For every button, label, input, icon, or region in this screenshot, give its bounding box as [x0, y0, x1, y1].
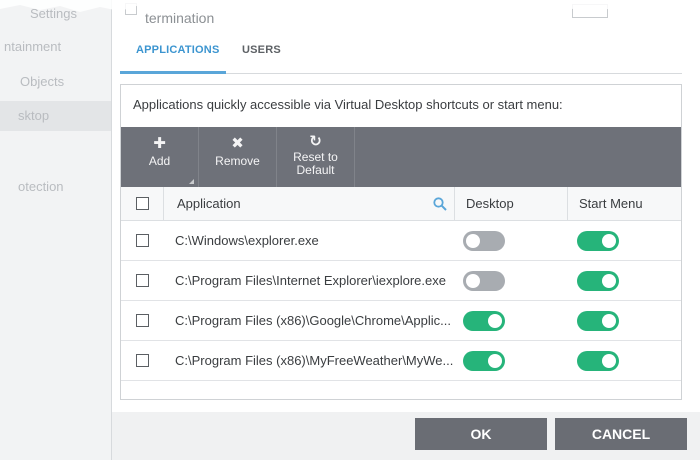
sidebar-item-label: ntainment	[4, 39, 62, 54]
start-menu-toggle[interactable]	[577, 351, 619, 371]
cancel-button[interactable]: CANCEL	[555, 418, 687, 450]
sidebar-item-label: otection	[18, 179, 64, 194]
column-separator	[454, 187, 455, 221]
start-menu-toggle[interactable]	[577, 231, 619, 251]
toggle-knob	[466, 274, 480, 288]
desktop-toggle[interactable]	[463, 271, 505, 291]
add-button-label: Add	[148, 154, 171, 168]
row-checkbox[interactable]	[136, 274, 149, 287]
add-button[interactable]: ✚ Add	[121, 127, 199, 187]
refresh-icon: ↻	[309, 133, 322, 150]
column-separator	[163, 187, 164, 221]
applications-panel: Applications quickly accessible via Virt…	[120, 84, 682, 400]
tab-label: APPLICATIONS	[136, 44, 220, 56]
start-menu-toggle[interactable]	[577, 271, 619, 291]
remove-button[interactable]: ✖ Remove	[199, 127, 277, 187]
toggle-knob	[488, 314, 502, 328]
toggle-knob	[602, 314, 616, 328]
tab-bar: APPLICATIONS USERS	[120, 36, 682, 74]
torn-edge-decoration	[0, 0, 700, 12]
toggle-knob	[488, 354, 502, 368]
table-row[interactable]: C:\Program Files (x86)\Google\Chrome\App…	[121, 301, 681, 341]
application-path: C:\Program Files\Internet Explorer\iexpl…	[175, 273, 446, 288]
search-icon[interactable]	[433, 197, 447, 211]
toggle-knob	[602, 274, 616, 288]
table-row[interactable]: C:\Program Files\Internet Explorer\iexpl…	[121, 261, 681, 301]
reset-label-line2: Default	[296, 163, 335, 177]
application-path: C:\Program Files (x86)\Google\Chrome\App…	[175, 313, 451, 328]
application-path: C:\Program Files (x86)\MyFreeWeather\MyW…	[175, 353, 454, 368]
column-header-desktop[interactable]: Desktop	[466, 187, 514, 221]
row-checkbox[interactable]	[136, 314, 149, 327]
top-strip: termination	[0, 0, 700, 28]
table-row[interactable]: C:\Program Files (x86)\MyFreeWeather\MyW…	[121, 341, 681, 381]
sidebar-item-protection[interactable]: otection	[18, 179, 64, 194]
column-header-start-menu[interactable]: Start Menu	[579, 187, 643, 221]
sidebar-item-objects[interactable]: Objects	[20, 74, 64, 89]
desktop-toggle[interactable]	[463, 351, 505, 371]
tab-label: USERS	[242, 44, 281, 56]
toggle-knob	[602, 234, 616, 248]
toolbar: ✚ Add ✖ Remove ↻ Reset to Default	[121, 127, 681, 187]
sidebar-item-label: sktop	[18, 108, 50, 123]
reset-to-default-button[interactable]: ↻ Reset to Default	[277, 127, 355, 187]
desktop-toggle[interactable]	[463, 231, 505, 251]
sidebar-item-label: Objects	[20, 74, 65, 89]
tab-applications[interactable]: APPLICATIONS	[120, 36, 226, 74]
panel-description: Applications quickly accessible via Virt…	[133, 97, 563, 112]
toggle-knob	[466, 234, 480, 248]
sidebar-item-containment[interactable]: ntainment	[4, 39, 61, 54]
ok-button[interactable]: OK	[415, 418, 547, 450]
application-path: C:\Windows\explorer.exe	[175, 233, 319, 248]
start-menu-toggle[interactable]	[577, 311, 619, 331]
tab-users[interactable]: USERS	[226, 36, 297, 74]
select-all-checkbox[interactable]	[136, 197, 149, 210]
toggle-knob	[602, 354, 616, 368]
dropdown-caret-icon	[189, 179, 194, 184]
desktop-toggle[interactable]	[463, 311, 505, 331]
x-icon: ✖	[231, 135, 244, 152]
plus-icon: ✚	[153, 135, 166, 152]
row-checkbox[interactable]	[136, 354, 149, 367]
sidebar: Settings ntainment Objects sktop otectio…	[0, 0, 112, 460]
table-row[interactable]: C:\Windows\explorer.exe	[121, 221, 681, 261]
column-header-application[interactable]: Application	[177, 187, 241, 221]
column-separator	[567, 187, 568, 221]
sidebar-item-virtual-desktop[interactable]: sktop	[0, 101, 111, 131]
table-header: Application Desktop Start Menu	[121, 187, 681, 221]
row-checkbox[interactable]	[136, 234, 149, 247]
remove-button-label: Remove	[215, 154, 260, 168]
